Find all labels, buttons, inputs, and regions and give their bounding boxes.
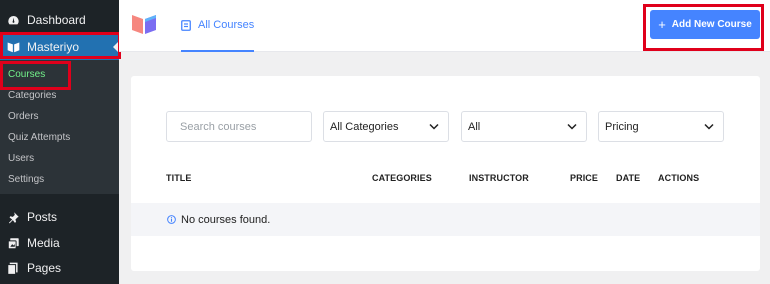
highlight-box-add-course [643, 4, 764, 51]
column-header-date[interactable]: DATE [616, 173, 640, 183]
column-header-instructor[interactable]: INSTRUCTOR [469, 173, 529, 183]
sidebar-item-dashboard[interactable]: Dashboard [0, 10, 119, 30]
submenu-item-quiz-attempts[interactable]: Quiz Attempts [8, 132, 70, 143]
status-select[interactable]: All [461, 111, 587, 142]
sidebar-item-posts[interactable]: Posts [0, 207, 119, 227]
status-select-value: All [468, 120, 481, 133]
sidebar-label-media: Media [27, 236, 60, 250]
chevron-down-icon [567, 123, 577, 130]
tab-all-courses[interactable]: All Courses [181, 0, 255, 52]
pin-icon [6, 210, 20, 224]
pages-icon [6, 261, 20, 275]
column-header-title[interactable]: TITLE [166, 173, 192, 183]
highlight-box-courses [0, 61, 71, 90]
search-input[interactable]: Search courses [166, 111, 312, 142]
masteriyo-logo-icon[interactable] [131, 13, 157, 40]
courses-card: Search courses All Categories All Pricin… [131, 76, 760, 271]
pricing-select[interactable]: Pricing [598, 111, 724, 142]
column-header-categories[interactable]: CATEGORIES [372, 173, 432, 183]
tab-label: All Courses [198, 19, 255, 31]
sidebar-label-dashboard: Dashboard [27, 13, 86, 27]
column-header-actions: ACTIONS [658, 173, 700, 183]
empty-state-row: No courses found. [131, 203, 760, 236]
media-icon [6, 236, 20, 250]
info-icon [167, 215, 176, 224]
sidebar-label-pages: Pages [27, 261, 62, 275]
highlight-box-masteriyo [0, 32, 121, 59]
chevron-down-icon [429, 123, 439, 130]
column-header-price[interactable]: PRICE [570, 173, 598, 183]
submenu-item-users[interactable]: Users [8, 153, 34, 164]
submenu-item-categories[interactable]: Categories [8, 90, 56, 101]
sidebar-label-posts: Posts [27, 210, 58, 224]
course-list-icon [181, 19, 191, 31]
categories-select-value: All Categories [330, 120, 399, 133]
dashboard-icon [6, 13, 20, 27]
sidebar-item-pages[interactable]: Pages [0, 258, 119, 278]
categories-select[interactable]: All Categories [323, 111, 449, 142]
sidebar-item-media[interactable]: Media [0, 233, 119, 253]
submenu-item-orders[interactable]: Orders [8, 111, 39, 122]
submenu-item-settings[interactable]: Settings [8, 174, 44, 185]
empty-state-message: No courses found. [181, 213, 271, 226]
chevron-down-icon [704, 123, 714, 130]
search-placeholder: Search courses [180, 120, 257, 133]
pricing-select-value: Pricing [605, 120, 639, 133]
